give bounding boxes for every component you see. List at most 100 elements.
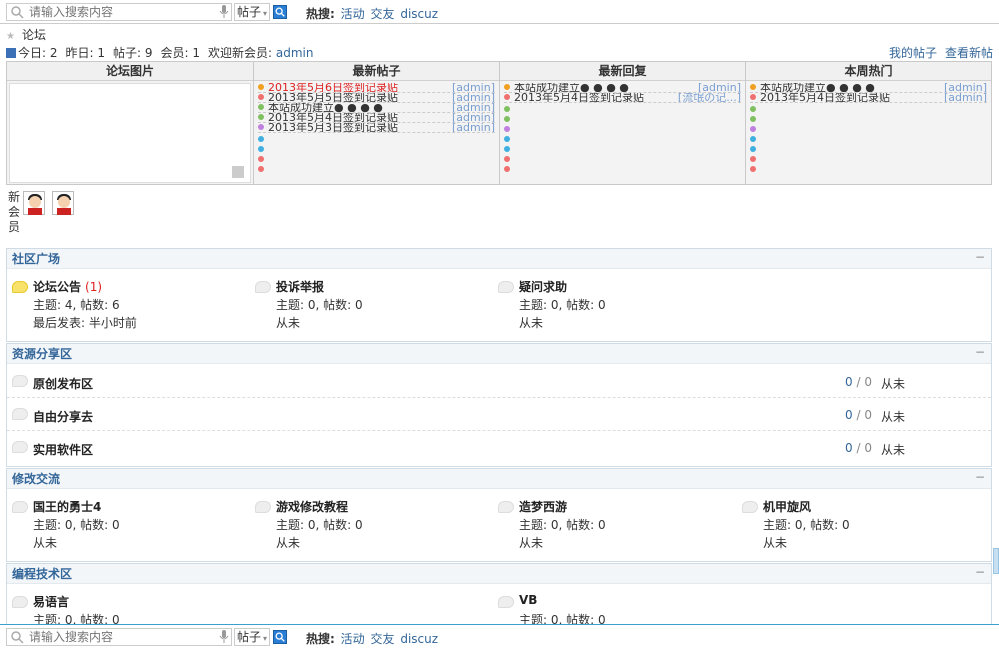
list-item[interactable]: 2013年5月4日签到记录贴 [流氓の记...] <box>504 93 741 103</box>
list-item[interactable]: 本站成功建立● ● ● ● [admin] <box>258 103 495 113</box>
count-separator: / <box>856 441 861 455</box>
list-item[interactable]: 2013年5月6日签到记录贴 [admin] <box>258 83 495 93</box>
search-input[interactable] <box>29 630 219 644</box>
list-bullet-icon <box>258 94 264 100</box>
list-item-author[interactable]: [admin] <box>698 83 741 92</box>
list-item[interactable]: 2013年5月4日签到记录贴 [admin] <box>750 93 987 103</box>
list-item-title[interactable]: 2013年5月5日签到记录贴 <box>268 93 398 102</box>
scrollbar-handle[interactable] <box>993 548 999 574</box>
list-item-title[interactable]: 2013年5月4日签到记录贴 <box>514 93 644 102</box>
list-bullet-icon <box>750 116 756 122</box>
search-button[interactable] <box>273 5 287 19</box>
search-icon <box>11 631 24 644</box>
my-posts-link[interactable]: 我的帖子 <box>889 46 937 60</box>
list-bullet-icon <box>750 146 756 152</box>
search-input[interactable] <box>29 5 219 19</box>
forum-name[interactable]: 疑问求助 <box>519 278 567 295</box>
section-header[interactable]: 社区广场 − <box>7 249 991 269</box>
forum-counts: 0 / 0 <box>845 375 872 389</box>
list-item-title[interactable]: 本站成功建立● ● ● ● <box>268 103 383 112</box>
search-button-icon <box>275 632 285 642</box>
stat-today: 今日: 2 <box>18 46 58 60</box>
hot-link-discuz[interactable]: discuz <box>400 632 438 646</box>
section-header[interactable]: 资源分享区 − <box>7 344 991 364</box>
forum-stats: 主题: 0, 帖数: 0 <box>519 298 606 312</box>
newest-member-link[interactable]: admin <box>276 46 314 60</box>
microphone-icon[interactable] <box>219 630 229 644</box>
list-item[interactable]: 2013年5月5日签到记录贴 [admin] <box>258 93 495 103</box>
forum-name[interactable]: 国王的勇士4 <box>33 498 101 515</box>
microphone-icon[interactable] <box>219 5 229 19</box>
list-item-author[interactable]: [admin] <box>944 93 987 102</box>
empty-list-slot <box>504 103 741 113</box>
list-item[interactable]: 2013年5月4日签到记录贴 [admin] <box>258 113 495 123</box>
forum-name[interactable]: 机甲旋风 <box>763 498 811 515</box>
search-type-select[interactable]: 帖子 ▾ <box>234 628 270 646</box>
list-item-author[interactable]: [admin] <box>452 123 495 132</box>
list-item-title[interactable]: 2013年5月4日签到记录贴 <box>760 93 890 102</box>
section-title[interactable]: 修改交流 <box>12 472 60 486</box>
member-avatar[interactable] <box>23 191 45 215</box>
member-avatar[interactable] <box>52 191 74 215</box>
empty-list-slot <box>258 133 495 143</box>
search-button[interactable] <box>273 630 287 644</box>
weekly-hot-header: 本周热门 <box>746 62 991 81</box>
latest-posts-header: 最新帖子 <box>254 62 499 81</box>
collapse-icon[interactable]: − <box>975 562 985 582</box>
list-item-author[interactable]: [admin] <box>452 103 495 112</box>
forum-row: 自由分享去 0 / 0 从未 <box>7 398 991 431</box>
list-item-author[interactable]: [admin] <box>452 93 495 102</box>
hot-link-dating[interactable]: 交友 <box>370 632 394 646</box>
search-type-select[interactable]: 帖子 ▾ <box>234 3 270 21</box>
forum-new-icon <box>12 281 28 293</box>
section-header[interactable]: 修改交流 − <box>7 469 991 489</box>
hot-link-discuz[interactable]: discuz <box>400 7 438 21</box>
forum-name[interactable]: 自由分享去 <box>33 408 93 425</box>
forum-name[interactable]: VB <box>519 593 537 607</box>
hot-link-activity[interactable]: 活动 <box>341 632 365 646</box>
section-title[interactable]: 资源分享区 <box>12 347 72 361</box>
empty-list-slot <box>750 133 987 143</box>
list-item-title[interactable]: 本站成功建立● ● ● ● <box>760 83 875 92</box>
hot-link-dating[interactable]: 交友 <box>370 7 394 21</box>
list-item-title[interactable]: 2013年5月4日签到记录贴 <box>268 113 398 122</box>
forum-counts: 0 / 0 <box>845 408 872 422</box>
list-item[interactable]: 本站成功建立● ● ● ● [admin] <box>504 83 741 93</box>
section-programming: 编程技术区 − 易语言 主题: 0, 帖数: 0 VB 主题: 0, 帖数: 0 <box>6 563 992 633</box>
hot-link-activity[interactable]: 活动 <box>341 7 365 21</box>
forum-row: 实用软件区 0 / 0 从未 <box>7 431 991 464</box>
list-item-title[interactable]: 2013年5月6日签到记录贴 <box>268 83 398 92</box>
forum-last-post[interactable]: 最后发表: 半小时前 <box>33 314 137 331</box>
slide-nav-icon[interactable] <box>232 166 244 178</box>
forum-name[interactable]: 造梦西游 <box>519 498 567 515</box>
section-title[interactable]: 社区广场 <box>12 252 60 266</box>
collapse-icon[interactable]: − <box>975 247 985 267</box>
list-item-author[interactable]: [admin] <box>944 83 987 92</box>
forum-picture-slot[interactable] <box>9 83 251 183</box>
section-title[interactable]: 编程技术区 <box>12 567 72 581</box>
list-item-author[interactable]: [admin] <box>452 113 495 122</box>
list-bullet-icon <box>750 166 756 172</box>
forum-name[interactable]: 易语言 <box>33 593 69 610</box>
forum-name[interactable]: 投诉举报 <box>276 278 324 295</box>
new-posts-link[interactable]: 查看新帖 <box>945 46 993 60</box>
forum-name-text[interactable]: 论坛公告 <box>33 280 81 294</box>
list-item[interactable]: 本站成功建立● ● ● ● [admin] <box>750 83 987 93</box>
section-header[interactable]: 编程技术区 − <box>7 564 991 584</box>
list-item-author[interactable]: [流氓の记...] <box>678 93 741 102</box>
collapse-icon[interactable]: − <box>975 342 985 362</box>
home-icon[interactable]: ★ <box>6 31 16 42</box>
forum-name[interactable]: 原创发布区 <box>33 375 93 392</box>
collapse-icon[interactable]: − <box>975 467 985 487</box>
forum-name[interactable]: 实用软件区 <box>33 441 93 458</box>
list-item-author[interactable]: [admin] <box>452 83 495 92</box>
forum-name[interactable]: 论坛公告 (1) <box>33 278 102 295</box>
breadcrumb-forum[interactable]: 论坛 <box>22 28 46 42</box>
forum-stats: 主题: 0, 帖数: 0 <box>276 298 363 312</box>
empty-list-slot <box>750 123 987 133</box>
list-item[interactable]: 2013年5月3日签到记录贴 [admin] <box>258 123 495 133</box>
forum-name[interactable]: 游戏修改教程 <box>276 498 348 515</box>
list-item-title[interactable]: 2013年5月3日签到记录贴 <box>268 123 398 132</box>
list-item-title[interactable]: 本站成功建立● ● ● ● <box>514 83 629 92</box>
list-bullet-icon <box>750 106 756 112</box>
